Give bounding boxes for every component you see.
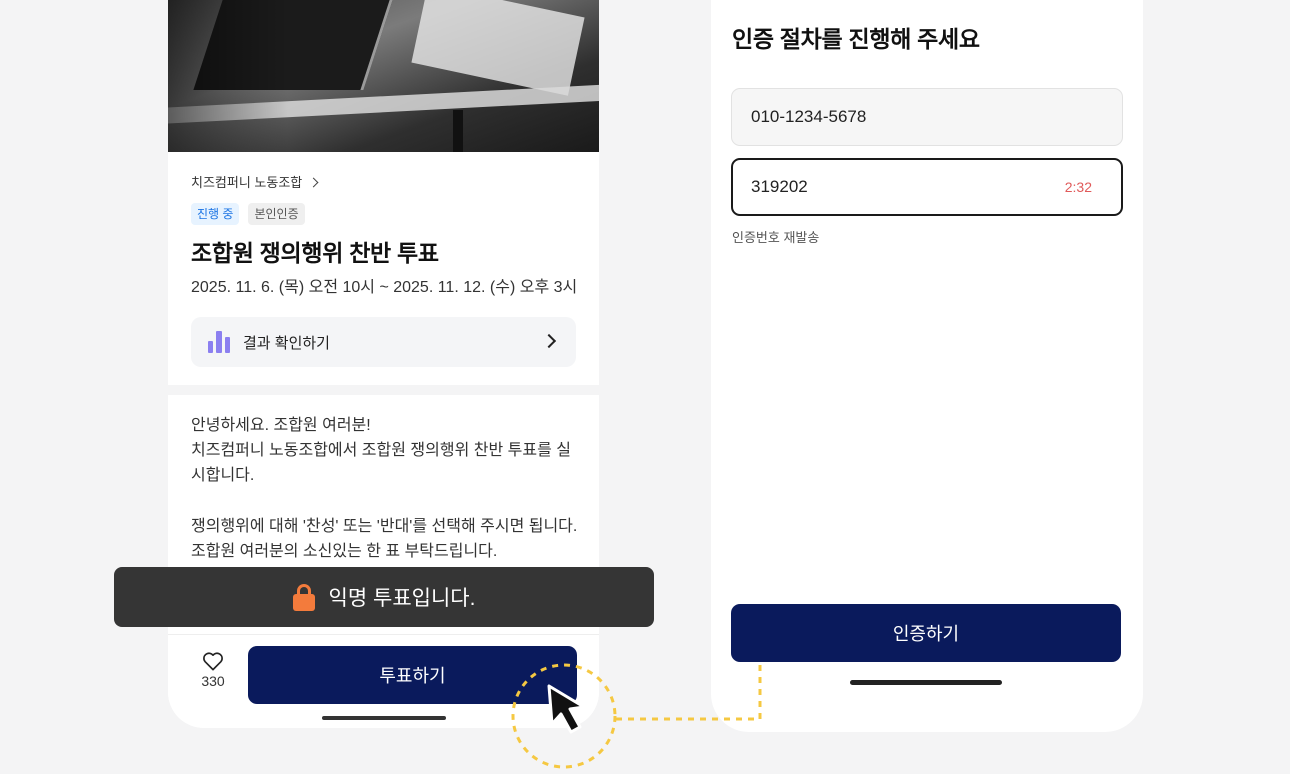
description-line: 안녕하세요. 조합원 여러분! (191, 417, 371, 434)
auth-badge: 본인인증 (248, 203, 305, 225)
badge-row: 진행 중 본인인증 (191, 203, 305, 225)
like-button[interactable]: 330 (198, 651, 228, 689)
vote-button[interactable]: 투표하기 (248, 646, 577, 704)
vote-title: 조합원 쟁의행위 찬반 투표 (191, 240, 439, 266)
hero-paper (411, 0, 585, 96)
description-line: 조합원 여러분의 소신있는 한 표 부탁드립니다. (191, 543, 498, 560)
section-divider (168, 385, 599, 395)
result-button[interactable]: 결과 확인하기 (191, 317, 576, 367)
auth-screen: 인증 절차를 진행해 주세요 010-1234-5678 319202 2:32… (711, 0, 1143, 732)
chevron-right-icon (541, 333, 557, 349)
vote-period: 2025. 11. 6. (목) 오전 10시 ~ 2025. 11. 12. … (191, 279, 578, 296)
home-indicator (322, 716, 446, 720)
home-indicator (850, 680, 1002, 685)
hero-shadow (168, 0, 288, 152)
hero-image (168, 0, 599, 152)
bar-chart-icon (208, 331, 230, 353)
org-link[interactable]: 치즈컴퍼니 노동조합 (191, 172, 319, 191)
vote-description: 안녕하세요. 조합원 여러분! 치즈컴퍼니 노동조합에서 조합원 쟁의행위 찬반… (191, 413, 581, 564)
hero-desk-leg (453, 110, 463, 152)
lock-icon (292, 583, 315, 611)
verify-button[interactable]: 인증하기 (731, 604, 1121, 662)
org-name: 치즈컴퍼니 노동조합 (191, 175, 303, 190)
anonymous-toast: 익명 투표입니다. (114, 567, 654, 627)
countdown-timer: 2:32 (1064, 179, 1092, 195)
like-count: 330 (201, 673, 225, 689)
description-line: 쟁의행위에 대해 '찬성' 또는 '반대'를 선택해 주시면 됩니다. (191, 518, 578, 535)
result-button-label: 결과 확인하기 (243, 334, 330, 352)
auth-title: 인증 절차를 진행해 주세요 (732, 26, 980, 52)
phone-number-field[interactable]: 010-1234-5678 (731, 88, 1123, 146)
verification-code-value: 319202 (751, 177, 808, 196)
chevron-right-icon (308, 177, 319, 187)
verification-code-field[interactable]: 319202 2:32 (731, 158, 1123, 216)
resend-code-link[interactable]: 인증번호 재발송 (732, 227, 819, 246)
bottom-action-bar: 330 투표하기 (168, 634, 599, 728)
description-line: 치즈컴퍼니 노동조합에서 조합원 쟁의행위 찬반 투표를 실시합니다. (191, 442, 571, 484)
toast-text: 익명 투표입니다. (328, 587, 476, 610)
status-badge: 진행 중 (191, 203, 240, 225)
heart-icon (203, 652, 223, 671)
